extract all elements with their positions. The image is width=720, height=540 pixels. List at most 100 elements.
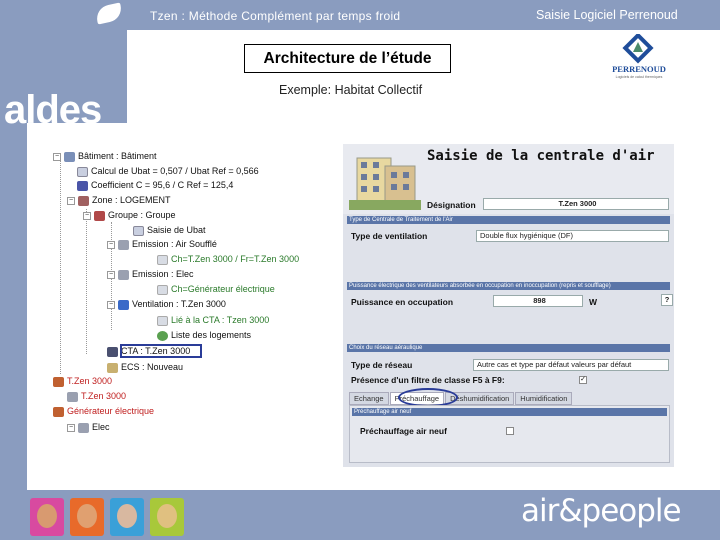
collapse-toggle-icon[interactable]: − xyxy=(107,240,115,249)
tree-item-label: Groupe : Groupe xyxy=(108,210,176,220)
filter-checkbox[interactable]: ✓ xyxy=(579,376,587,384)
preheat-label: Préchauffage air neuf xyxy=(360,426,447,436)
building-illustration-icon xyxy=(349,157,421,210)
ubat-icon xyxy=(133,225,144,236)
link-icon xyxy=(157,284,168,295)
tree-item-label: T.Zen 3000 xyxy=(81,391,127,401)
collapse-toggle-icon[interactable]: − xyxy=(107,270,115,279)
project-tree: − Bâtiment : Bâtiment Calcul de Ubat = 0… xyxy=(49,144,343,467)
zone-icon xyxy=(78,195,89,206)
tree-item-label: T.Zen 3000 xyxy=(67,376,113,386)
tree-item[interactable]: Ch=Générateur électrique xyxy=(157,283,275,296)
tree-item-label: Calcul de Ubat = 0,507 / Ubat Ref = 0,56… xyxy=(91,166,259,176)
ecs-icon xyxy=(107,362,118,373)
designation-field[interactable]: T.Zen 3000 xyxy=(483,198,669,210)
preheat-checkbox[interactable] xyxy=(506,427,514,435)
group-icon xyxy=(94,210,105,221)
tree-item-label: Bâtiment : Bâtiment xyxy=(78,151,157,161)
tree-item[interactable]: − Ventilation : T.Zen 3000 xyxy=(107,298,226,311)
tree-item-label: Ch=T.Zen 3000 / Fr=T.Zen 3000 xyxy=(171,254,300,264)
aldes-logo: aldes xyxy=(4,88,102,132)
network-select[interactable]: Autre cas et type par défaut valeurs par… xyxy=(473,359,669,371)
header-right-text: Saisie Logiciel Perrenoud xyxy=(536,8,678,22)
perrenoud-name: PERRENOUD xyxy=(612,64,666,74)
help-button[interactable]: ? xyxy=(661,294,673,306)
tree-item-label: Ventilation : T.Zen 3000 xyxy=(132,299,226,309)
section-power: Puissance électrique des ventilateurs ab… xyxy=(347,282,670,290)
power-unit: W xyxy=(589,297,598,307)
form-panel: Saisie de la centrale d'air Désignation … xyxy=(343,144,674,467)
power-label: Puissance en occupation xyxy=(351,297,454,307)
preheat-panel: Préchauffage air neuf Préchauffage air n… xyxy=(349,405,670,463)
generator-icon xyxy=(53,376,64,387)
tree-item-label: ECS : Nouveau xyxy=(121,362,184,372)
tree-item[interactable]: − Emission : Elec xyxy=(107,268,194,281)
slide-subtitle: Exemple: Habitat Collectif xyxy=(279,83,423,97)
tree-item[interactable]: Saisie de Ubat xyxy=(133,224,206,237)
section-ventilation: Type de Centrale de Traitement de l'Air xyxy=(347,216,670,224)
generator-icon xyxy=(67,391,78,402)
power-input[interactable]: 898 xyxy=(493,295,583,307)
building-icon xyxy=(64,151,75,162)
tree-item-label: Générateur électrique xyxy=(67,406,155,416)
tree-item[interactable]: − Groupe : Groupe xyxy=(83,209,176,222)
tree-item[interactable]: Liste des logements xyxy=(157,329,251,342)
tree-item[interactable]: Ch=T.Zen 3000 / Fr=T.Zen 3000 xyxy=(157,253,299,266)
collapse-toggle-icon[interactable]: − xyxy=(67,423,75,432)
tree-item[interactable]: − Emission : Air Soufflé xyxy=(107,238,217,251)
emission-icon xyxy=(118,239,129,250)
preheat-section: Préchauffage air neuf xyxy=(352,408,667,416)
tree-item-label: Liste des logements xyxy=(171,330,252,340)
air-people-logo: air&people xyxy=(521,493,682,529)
person-photo xyxy=(30,498,64,536)
tree-item[interactable]: Lié à la CTA : Tzen 3000 xyxy=(157,314,269,327)
tree-item[interactable]: Générateur électrique xyxy=(53,405,154,418)
collapse-toggle-icon[interactable]: − xyxy=(83,211,91,220)
tree-item[interactable]: − Elec xyxy=(67,421,110,434)
tree-item-label: Emission : Elec xyxy=(132,269,194,279)
tree-item[interactable]: − Zone : LOGEMENT xyxy=(67,194,171,207)
emission-icon xyxy=(118,269,129,280)
tree-item-label: Lié à la CTA : Tzen 3000 xyxy=(171,315,270,325)
filter-label: Présence d'un filtre de classe F5 à F9: xyxy=(351,375,505,385)
tree-item[interactable]: − Bâtiment : Bâtiment xyxy=(53,150,157,163)
link-icon xyxy=(157,315,168,326)
tree-item[interactable]: T.Zen 3000 xyxy=(53,375,112,388)
tab-strip: Echange Préchauffage Déshumidification H… xyxy=(349,392,573,405)
collapse-toggle-icon[interactable]: − xyxy=(53,152,61,161)
collapse-toggle-icon[interactable]: − xyxy=(67,196,75,205)
form-title: Saisie de la centrale d'air xyxy=(427,148,655,164)
tree-item-label: Ch=Générateur électrique xyxy=(171,284,275,294)
ubat-icon xyxy=(77,166,88,177)
type-ventilation-label: Type de ventilation xyxy=(351,231,428,241)
network-label: Type de réseau xyxy=(351,360,413,370)
perrenoud-tagline: Logiciels de calcul thermiques xyxy=(615,75,663,79)
slide: Tzen : Méthode Complément par temps froi… xyxy=(0,0,720,540)
person-photo xyxy=(70,498,104,536)
ventilation-icon xyxy=(118,299,129,310)
tree-line xyxy=(60,158,61,374)
person-photo xyxy=(110,498,144,536)
tree-item[interactable]: ECS : Nouveau xyxy=(107,361,183,374)
tree-item-label: Emission : Air Soufflé xyxy=(132,239,217,249)
coefficient-icon xyxy=(77,180,88,191)
slide-title: Architecture de l’étude xyxy=(244,44,451,73)
tree-line xyxy=(86,209,87,354)
designation-label: Désignation xyxy=(427,200,476,210)
tree-item-label: Zone : LOGEMENT xyxy=(92,195,171,205)
type-ventilation-select[interactable]: Double flux hygiénique (DF) xyxy=(476,230,669,242)
tree-item[interactable]: Calcul de Ubat = 0,507 / Ubat Ref = 0,56… xyxy=(77,165,259,178)
cta-highlight xyxy=(120,344,202,358)
tree-item[interactable]: T.Zen 3000 xyxy=(67,390,126,403)
link-icon xyxy=(157,254,168,265)
generator-icon xyxy=(53,406,64,417)
tree-item-label: Coefficient C = 95,6 / C Ref = 125,4 xyxy=(91,180,234,190)
tab-humidification[interactable]: Humidification xyxy=(515,392,573,405)
software-screenshot: − Bâtiment : Bâtiment Calcul de Ubat = 0… xyxy=(49,144,674,467)
tab-echange[interactable]: Echange xyxy=(349,392,389,405)
list-icon xyxy=(157,330,168,341)
collapse-toggle-icon[interactable]: − xyxy=(107,300,115,309)
header-left-text: Tzen : Méthode Complément par temps froi… xyxy=(150,9,401,23)
section-network: Choix du réseau aéraulique xyxy=(347,344,670,352)
tree-item[interactable]: Coefficient C = 95,6 / C Ref = 125,4 xyxy=(77,179,233,192)
